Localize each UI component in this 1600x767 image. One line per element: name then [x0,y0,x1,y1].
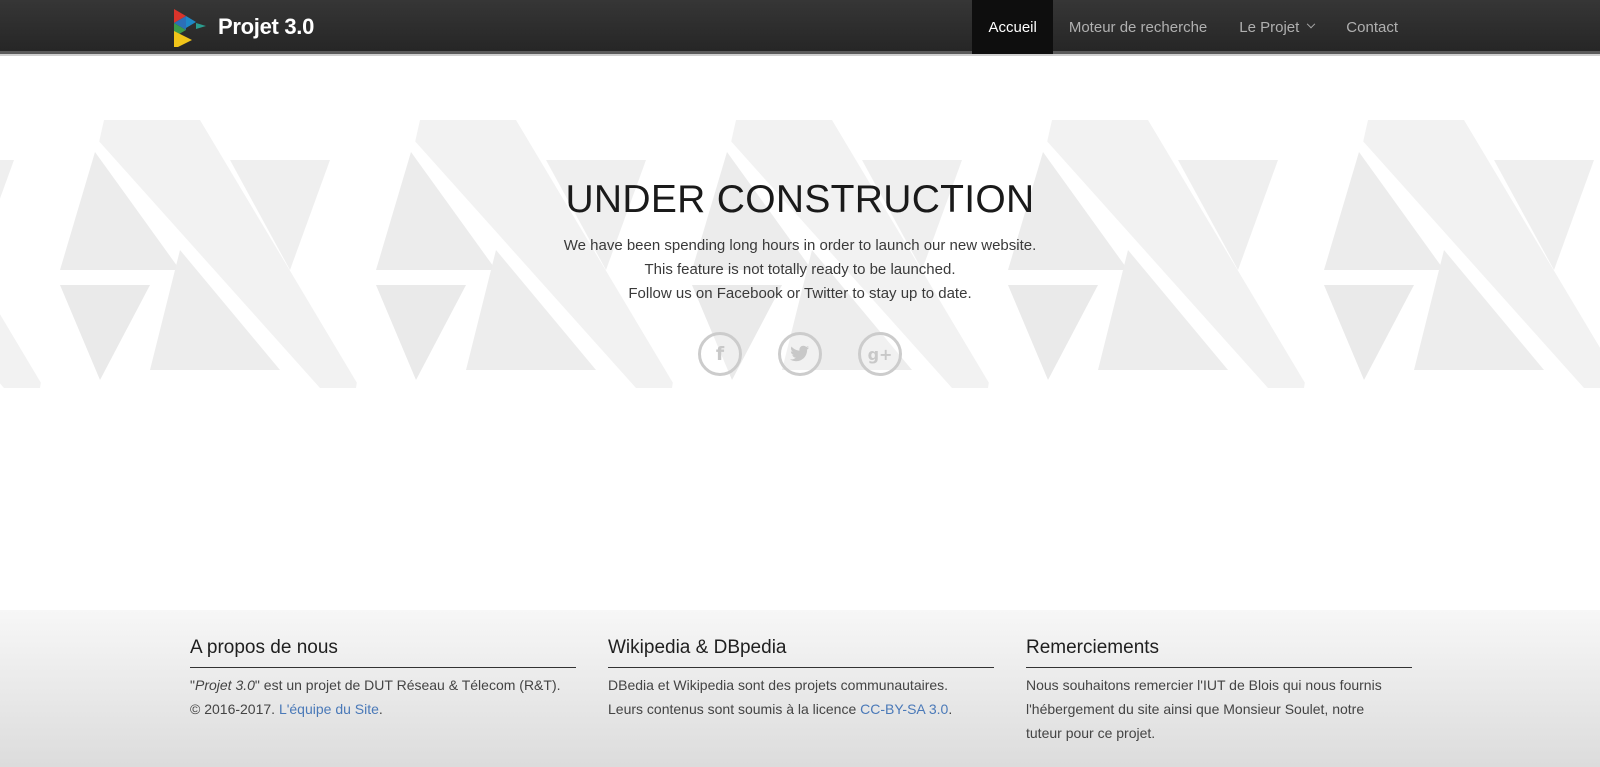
license-link[interactable]: CC-BY-SA 3.0 [860,701,948,717]
brand[interactable]: Projet 3.0 [172,6,314,48]
footer-wiki-title: Wikipedia & DBpedia [608,637,994,668]
google-plus-icon: g+ [867,344,893,364]
triangles-logo-icon [174,9,206,47]
footer-thanks: Remerciements Nous souhaitons remercier … [1026,637,1412,745]
period: . [948,701,953,717]
nav-item-accueil[interactable]: Accueil [972,0,1053,54]
period: . [378,701,383,717]
footer-about: A propos de nous "Projet 3.0" est un pro… [190,637,576,721]
footer-about-text: "Projet 3.0" est un projet de DUT Réseau… [190,673,576,721]
top-navbar: Projet 3.0 Accueil Moteur de recherche L… [0,0,1600,56]
footer-thanks-text: Nous souhaitons remercier l'IUT de Blois… [1026,673,1412,745]
nav-item-label: Accueil [988,18,1037,36]
hero-description: We have been spending long hours in orde… [0,234,1600,306]
wiki-line: DBedia et Wikipedia sont des projets com… [608,677,949,693]
chevron-down-icon [1307,19,1316,29]
thanks-line: Nous souhaitons remercier l'IUT de Blois… [1026,677,1382,693]
hero-line: We have been spending long hours in orde… [563,237,1037,254]
team-link[interactable]: L'équipe du Site [279,701,379,717]
nav-item-contact[interactable]: Contact [1330,0,1414,54]
twitter-button[interactable] [778,332,822,376]
wiki-line: Leurs contenus sont soumis à la licence [608,701,861,717]
nav-item-moteur-de-recherche[interactable]: Moteur de recherche [1053,0,1223,54]
hero-section: UNDER CONSTRUCTION We have been spending… [0,120,1600,388]
hero-line: Follow us on Facebook or Twitter to stay… [628,285,972,302]
hero-line: This feature is not totally ready to be … [644,261,956,278]
nav-item-le-projet[interactable]: Le Projet [1223,0,1330,54]
footer-thanks-title: Remerciements [1026,637,1412,668]
facebook-button[interactable]: f [698,332,742,376]
footer-wiki-text: DBedia et Wikipedia sont des projets com… [608,673,994,721]
thanks-line: tuteur pour ce projet. [1026,725,1156,741]
facebook-icon: f [715,343,725,365]
footer: A propos de nous "Projet 3.0" est un pro… [0,610,1600,767]
social-links: f g+ [0,332,1600,376]
hero-content: UNDER CONSTRUCTION We have been spending… [0,176,1600,376]
nav-item-label: Moteur de recherche [1068,18,1208,36]
twitter-icon [790,345,809,362]
google-plus-button[interactable]: g+ [858,332,902,376]
footer-wiki: Wikipedia & DBpedia DBedia et Wikipedia … [608,637,994,721]
brand-name: Projet 3.0 [218,14,315,39]
page-title: UNDER CONSTRUCTION [565,178,1035,221]
nav-item-label: Contact [1346,18,1398,36]
main-nav: Accueil Moteur de recherche Le Projet Co… [972,0,1414,54]
footer-about-title: A propos de nous [190,637,576,668]
project-name: Projet 3.0 [194,677,255,693]
copyright: © 2016-2017. [190,701,279,717]
thanks-line: l'hébergement du site ainsi que Monsieur… [1026,701,1365,717]
nav-item-label: Le Projet [1239,18,1300,36]
about-description: " est un projet de DUT Réseau & Télecom … [254,677,561,693]
